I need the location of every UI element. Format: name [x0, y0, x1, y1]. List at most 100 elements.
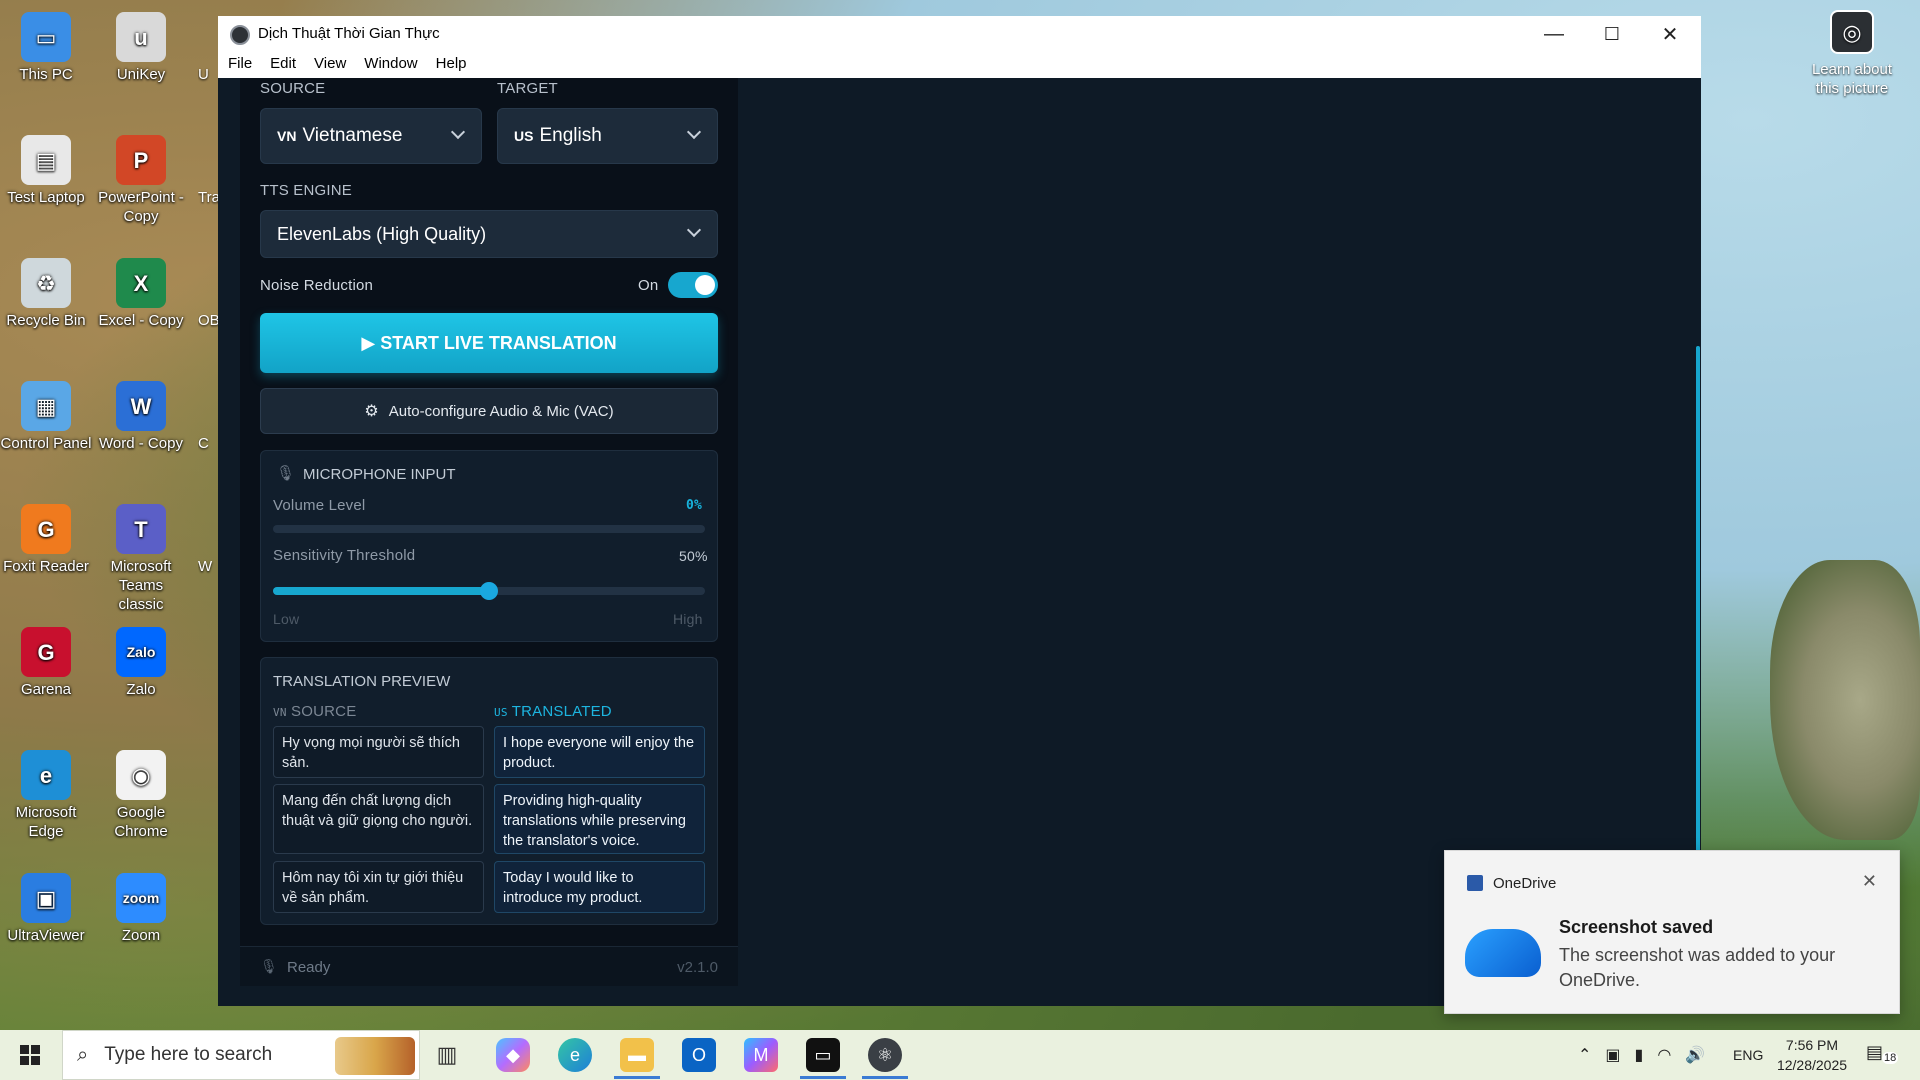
wallpaper-rock — [1770, 560, 1920, 840]
window-title: Dịch Thuật Thời Gian Thực — [258, 25, 440, 42]
language-indicator[interactable]: ENG — [1733, 1030, 1763, 1080]
toast-close-icon[interactable]: ✕ — [1862, 871, 1877, 892]
desktop-icon[interactable]: X Excel - Copy — [95, 258, 187, 330]
desktop-icon-label: Recycle Bin — [6, 312, 86, 329]
start-button[interactable] — [0, 1030, 60, 1080]
desktop-icon[interactable]: ▣ UltraViewer — [0, 873, 92, 945]
window-scrollbar[interactable] — [1696, 346, 1700, 866]
desktop-icon[interactable]: W Word - Copy — [95, 381, 187, 453]
volume-level-label: Volume Level — [273, 497, 366, 514]
target-language-select[interactable]: US English — [497, 108, 718, 164]
desktop-icon[interactable]: G Garena — [0, 627, 92, 699]
copilot-icon[interactable]: ◆ — [496, 1038, 530, 1072]
slider-low-label: Low — [273, 611, 300, 627]
menu-view[interactable]: View — [314, 55, 346, 72]
volume-level-bar — [273, 525, 705, 533]
onedrive-cloud-icon — [1465, 929, 1541, 977]
terminal-active — [800, 1076, 846, 1079]
desktop-icon-label-partial: U — [198, 66, 209, 83]
chevron-down-icon — [450, 124, 466, 140]
meet-icon[interactable]: ▣ — [1605, 1045, 1620, 1065]
desktop-icon[interactable]: ▤ Test Laptop — [0, 135, 92, 207]
maximize-button[interactable]: ☐ — [1584, 20, 1640, 48]
microphone-icon: 🎙 — [276, 465, 296, 482]
volume-icon[interactable]: 🔊 — [1685, 1045, 1705, 1065]
desktop-icon[interactable]: T Microsoft Teams classic — [95, 504, 187, 614]
menu-help[interactable]: Help — [436, 55, 467, 72]
m365-icon[interactable]: M — [744, 1038, 778, 1072]
wifi-icon[interactable]: ◠ — [1657, 1045, 1671, 1065]
chevron-up-icon[interactable]: ⌃ — [1578, 1045, 1591, 1065]
app-icon: W — [116, 381, 166, 431]
app-icon: G — [21, 504, 71, 554]
sensitivity-slider[interactable] — [273, 582, 705, 600]
desktop-icon[interactable]: e Microsoft Edge — [0, 750, 92, 841]
file-explorer-icon[interactable]: ▬ — [620, 1038, 654, 1072]
auto-configure-label: Auto-configure Audio & Mic (VAC) — [388, 402, 614, 420]
app-icon: u — [116, 12, 166, 62]
outlook-icon[interactable]: O — [682, 1038, 716, 1072]
noise-reduction-toggle[interactable] — [668, 272, 718, 298]
auto-configure-button[interactable]: ⚙ Auto-configure Audio & Mic (VAC) — [260, 388, 718, 434]
battery-icon[interactable]: ▮ — [1635, 1045, 1644, 1065]
edge-taskbar-icon[interactable]: e — [558, 1038, 592, 1072]
desktop-icon[interactable]: G Foxit Reader — [0, 504, 92, 576]
tts-engine-select[interactable]: ElevenLabs (High Quality) — [260, 210, 718, 258]
desktop-icon[interactable]: ▭ This PC — [0, 12, 92, 84]
title-bar[interactable]: Dịch Thuật Thời Gian Thực File Edit View… — [218, 16, 1701, 78]
target-language-value: English — [539, 125, 602, 146]
sensitivity-thumb[interactable] — [480, 582, 498, 600]
start-live-translation-button[interactable]: ▶ START LIVE TRANSLATION — [260, 313, 718, 373]
desktop-icon[interactable]: Zalo Zalo — [95, 627, 187, 699]
preview-target-code: US — [494, 706, 508, 719]
clock-date: 12/28/2025 — [1776, 1057, 1848, 1073]
desktop-icon[interactable]: u UniKey — [95, 12, 187, 84]
desktop-icon[interactable]: P PowerPoint - Copy — [95, 135, 187, 226]
learn-picture-label: Learn about this picture — [1811, 61, 1893, 97]
app-icon: ▣ — [21, 873, 71, 923]
minimize-button[interactable]: — — [1526, 20, 1582, 48]
desktop-icon-label: Test Laptop — [7, 189, 85, 206]
clock[interactable]: 7:56 PM 12/28/2025 — [1772, 1035, 1852, 1075]
desktop-icon-label: Zoom — [121, 927, 161, 944]
status-bar: 🎙 Ready v2.1.0 — [240, 946, 738, 986]
taskbar-search[interactable]: ⌕ Type here to search — [62, 1030, 420, 1080]
sensitivity-value: 50% — [679, 548, 708, 564]
source-language-select[interactable]: VN Vietnamese — [260, 108, 482, 164]
noise-reduction-label: Noise Reduction — [260, 277, 374, 294]
menu-edit[interactable]: Edit — [270, 55, 296, 72]
desktop-icon[interactable]: ♻ Recycle Bin — [0, 258, 92, 330]
close-button[interactable]: ✕ — [1642, 20, 1698, 48]
task-view-icon[interactable]: ▥ — [430, 1038, 464, 1072]
noise-reduction-state: On — [638, 277, 659, 294]
file-explorer-active — [614, 1076, 660, 1079]
desktop-icon-label: Google Chrome — [114, 804, 168, 840]
gear-icon: ⚙ — [364, 403, 379, 420]
status-text: Ready — [287, 959, 331, 976]
preview-source-row: Hôm nay tôi xin tự giới thiệu về sản phẩ… — [273, 861, 484, 913]
onedrive-app-icon — [1467, 875, 1483, 891]
slider-high-label: High — [673, 611, 703, 627]
preview-source-code: VN — [273, 706, 287, 719]
desktop-icon-label: Microsoft Edge — [15, 804, 77, 840]
target-label: TARGET — [497, 80, 558, 97]
tts-engine-value: ElevenLabs (High Quality) — [277, 223, 487, 244]
app-icon: zoom — [116, 873, 166, 923]
menu-file[interactable]: File — [228, 55, 252, 72]
microphone-title: MICROPHONE INPUT — [303, 466, 456, 483]
terminal-icon[interactable]: ▭ — [806, 1038, 840, 1072]
app-icon: T — [116, 504, 166, 554]
translator-app-icon[interactable]: ⚛ — [868, 1038, 902, 1072]
preview-source-header: VN SOURCE — [273, 703, 356, 720]
app-icon: ♻ — [21, 258, 71, 308]
desktop-icon[interactable]: ◉ Google Chrome — [95, 750, 187, 841]
desktop-icon[interactable]: zoom Zoom — [95, 873, 187, 945]
source-label: SOURCE — [260, 80, 326, 97]
chevron-down-icon — [686, 124, 702, 140]
menu-window[interactable]: Window — [364, 55, 417, 72]
desktop-icon[interactable]: ▦ Control Panel — [0, 381, 92, 453]
notification-button[interactable]: ▤ 18 — [1866, 1042, 1899, 1068]
learn-about-picture[interactable]: ◎ Learn about this picture — [1800, 10, 1904, 98]
onedrive-toast[interactable]: OneDrive ✕ Screenshot saved The screensh… — [1444, 850, 1900, 1014]
app-icon: P — [116, 135, 166, 185]
